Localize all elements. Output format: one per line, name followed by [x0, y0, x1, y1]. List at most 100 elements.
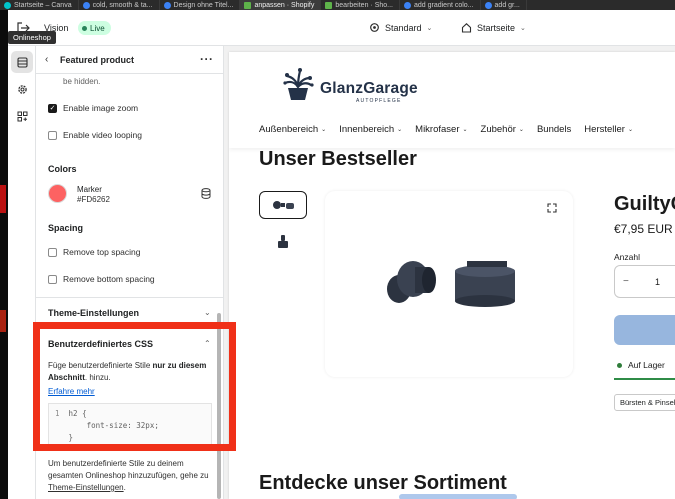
editor-topbar: Onlineshop Vision Live Standard ⌄ Starts… — [8, 10, 675, 46]
custom-css-description: Füge benutzerdefinierte Stile nur zu die… — [48, 360, 208, 384]
custom-css-section-toggle[interactable]: Benutzerdefiniertes CSS — [48, 339, 153, 349]
browser-tab-strip: Startseite – Canva cold, smooth & ta... … — [0, 0, 675, 10]
tab-label: add gr... — [494, 1, 520, 9]
section-settings-panel: ‹ Featured product ··· be hidden. ✓ Enab… — [36, 46, 224, 499]
nav-item-zubehoer[interactable]: Zubehör ⌄ — [481, 124, 524, 135]
store-preview: GlanzGarage AUTOPFLEGE Außenbereich ⌄ Inn… — [229, 52, 675, 499]
remove-top-spacing-checkbox[interactable]: Remove top spacing — [48, 247, 141, 257]
desc-text: Füge benutzerdefinierte Stile — [48, 361, 153, 370]
product-main-image[interactable] — [325, 191, 573, 377]
add-to-cart-button[interactable] — [614, 315, 675, 345]
nav-label: Hersteller — [584, 124, 625, 135]
product-photo — [387, 261, 515, 307]
nav-item-aussenbereich[interactable]: Außenbereich ⌄ — [259, 124, 326, 135]
page-label: Startseite — [477, 22, 516, 33]
quantity-stepper[interactable]: − 1 + — [614, 265, 675, 298]
bestseller-heading: Unser Bestseller — [259, 148, 417, 170]
browser-tab[interactable]: Design ohne Titel... — [160, 0, 241, 10]
nav-label: Außenbereich — [259, 124, 319, 135]
nav-item-innenbereich[interactable]: Innenbereich ⌄ — [339, 124, 402, 135]
product-title: GuiltyG — [614, 193, 675, 215]
live-status-badge: Live — [78, 21, 111, 35]
page-selector[interactable]: Startseite ⌄ — [461, 22, 526, 33]
product-thumbnail-selected[interactable] — [259, 191, 307, 219]
category-chip[interactable]: Bürsten & Pinsel — [614, 394, 675, 411]
page-favicon-icon — [82, 1, 90, 9]
desc-text: . hinzu. — [84, 373, 111, 382]
product-price: €7,95 EUR — [614, 222, 673, 236]
stock-status: Auf Lager — [617, 360, 665, 370]
enable-image-zoom-checkbox[interactable]: ✓ Enable image zoom — [48, 103, 138, 113]
database-icon[interactable] — [201, 188, 211, 199]
quantity-value[interactable]: 1 — [655, 277, 660, 287]
chevron-down-icon: ⌄ — [518, 127, 524, 133]
nav-label: Bundels — [536, 124, 572, 135]
page-favicon-icon — [484, 1, 492, 9]
product-thumbnail[interactable] — [259, 228, 307, 256]
learn-more-link[interactable]: Erfahre mehr — [48, 387, 95, 396]
checkbox-checked-icon: ✓ — [48, 103, 57, 113]
canva-favicon-icon — [4, 1, 11, 9]
chevron-down-icon: ⌄ — [321, 127, 327, 133]
note-text: Um benutzerdefinierte Stile zu deinem ge… — [48, 459, 209, 480]
page-favicon-icon — [163, 1, 171, 9]
shopify-favicon-icon — [325, 1, 333, 9]
color-value: #FD6262 — [77, 195, 110, 204]
line-number: 1 — [55, 409, 60, 418]
page-favicon-icon — [403, 1, 411, 9]
quantity-label: Anzahl — [614, 252, 640, 262]
spacing-heading: Spacing — [48, 223, 84, 233]
product-thumbnail-image — [273, 201, 294, 209]
browser-tab[interactable]: add gradient colo... — [400, 0, 481, 10]
checkbox-empty-icon — [48, 247, 57, 257]
chevron-down-icon: ⌄ — [426, 24, 433, 32]
theme-settings-rail-button[interactable] — [11, 78, 33, 100]
note-text: . — [123, 483, 126, 492]
live-dot-icon — [82, 25, 87, 31]
background-accent — [0, 310, 6, 332]
tab-label: anpassen · Shopify — [254, 1, 315, 9]
theme-settings-link[interactable]: Theme-Einstellungen — [48, 483, 124, 492]
nav-item-mikrofaser[interactable]: Mikrofaser ⌄ — [415, 124, 467, 135]
code-text: } — [68, 433, 74, 442]
back-arrow-icon[interactable]: ‹ — [45, 54, 48, 65]
chevron-down-icon[interactable]: ⌄ — [204, 308, 211, 317]
more-options-icon[interactable]: ··· — [200, 52, 214, 66]
browser-tab[interactable]: Startseite – Canva — [0, 0, 79, 10]
colors-heading: Colors — [48, 164, 77, 174]
editor-icon-rail — [8, 46, 36, 499]
logo-fountain-icon[interactable] — [281, 66, 315, 104]
code-line: 1 h2 { — [55, 409, 87, 418]
marker-color-swatch[interactable] — [48, 184, 67, 203]
chevron-up-icon[interactable]: ⌃ — [204, 339, 211, 348]
tab-label: Design ohne Titel... — [173, 1, 234, 9]
quantity-minus-button[interactable]: − — [623, 276, 629, 287]
device-selector[interactable]: Standard ⌄ — [369, 22, 432, 33]
nav-item-bundels[interactable]: Bundels — [537, 124, 571, 135]
enable-video-looping-checkbox[interactable]: Enable video looping — [48, 130, 142, 140]
theme-settings-section-toggle[interactable]: Theme-Einstellungen — [48, 308, 139, 318]
tab-label: cold, smooth & ta... — [92, 1, 153, 9]
expand-zoom-icon[interactable] — [547, 203, 557, 213]
browser-tab-active[interactable]: anpassen · Shopify — [240, 0, 322, 10]
setting-hint: be hidden. — [63, 77, 101, 86]
browser-tab[interactable]: bearbeiten · Sho... — [321, 0, 400, 10]
nav-label: Mikrofaser — [415, 124, 460, 135]
tab-label: Startseite – Canva — [14, 1, 72, 9]
chevron-down-icon: ⌄ — [627, 127, 633, 133]
panel-scrollbar[interactable] — [217, 313, 221, 499]
checkbox-label: Enable video looping — [63, 130, 142, 140]
shopify-favicon-icon — [244, 1, 252, 9]
nav-item-hersteller[interactable]: Hersteller ⌄ — [584, 124, 633, 135]
custom-css-editor[interactable]: 1 h2 { font-size: 32px; } — [48, 403, 212, 451]
store-logo-text[interactable]: GlanzGarage — [320, 80, 418, 98]
checkbox-label: Remove bottom spacing — [63, 274, 155, 284]
browser-tab[interactable]: cold, smooth & ta... — [79, 0, 160, 10]
nav-label: Zubehör — [480, 124, 516, 135]
apps-rail-button[interactable] — [11, 105, 33, 127]
sections-rail-button[interactable] — [11, 51, 33, 73]
browser-tab[interactable]: add gr... — [481, 0, 527, 10]
panel-title: Featured product — [60, 55, 135, 65]
code-text: h2 { — [68, 409, 87, 418]
remove-bottom-spacing-checkbox[interactable]: Remove bottom spacing — [48, 274, 155, 284]
